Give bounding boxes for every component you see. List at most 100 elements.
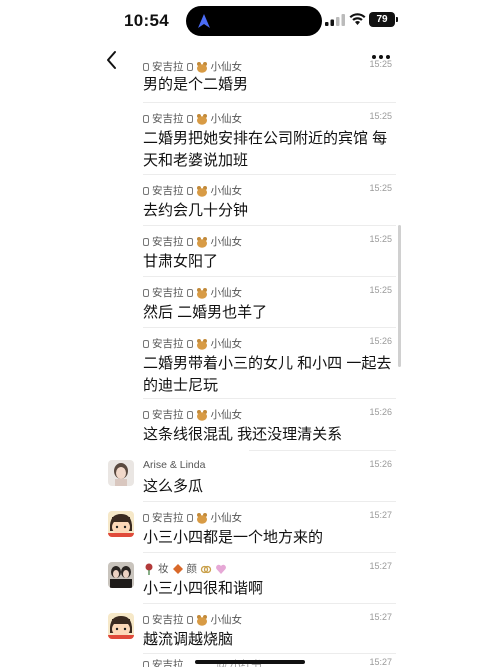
group-name: 小仙女	[210, 614, 243, 626]
list-item[interactable]: 安吉拉 小仙女 15:25 去约会几十分钟	[106, 174, 396, 224]
heart-emoji-icon	[216, 564, 226, 574]
message-time: 15:25	[369, 111, 392, 121]
signal-icon	[325, 14, 345, 26]
sender-name: 安吉拉	[152, 659, 184, 667]
group-name: 小仙女	[210, 287, 243, 299]
group-badge-icon	[143, 615, 149, 624]
sender-name: 安吉拉	[152, 236, 184, 248]
list-item[interactable]: 安吉拉 小仙女 15:25 二婚男把她安排在公司附近的宾馆 每天和老婆说加班	[106, 102, 396, 174]
sender-name: 安吉拉	[152, 287, 184, 299]
bear-emoji-icon	[196, 236, 207, 248]
avatar[interactable]	[108, 460, 134, 486]
message-meta: 安吉拉 小仙女	[143, 336, 242, 351]
sender-name: 安吉拉	[152, 512, 184, 524]
sender-name: 安吉拉	[152, 338, 184, 350]
divider	[143, 102, 396, 103]
message-time: 15:25	[369, 59, 392, 69]
message-text: 二婚男带着小三的女儿 和小四 一起去的迪士尼玩	[143, 355, 392, 394]
message-meta: 安吉拉 小仙女	[143, 407, 242, 422]
group-badge-icon	[186, 186, 193, 195]
group-badge-icon	[186, 114, 193, 123]
group-name: 小仙女	[210, 113, 243, 125]
sender-name: 妆	[158, 563, 169, 575]
avatar-photo-pair	[108, 562, 134, 588]
avatar[interactable]	[108, 613, 134, 639]
message-meta: 安吉拉 小仙女	[143, 59, 242, 74]
message-text: 这条线很混乱 我还没理清关系	[143, 426, 343, 443]
divider	[143, 225, 396, 226]
sender-name: Arise & Linda	[143, 459, 206, 471]
group-badge-icon	[143, 513, 149, 522]
list-item[interactable]: Arise & Linda 15:26 这么多瓜	[106, 450, 396, 500]
list-item[interactable]: 妆 颜 15:27 小三小四很和谐啊	[106, 552, 396, 602]
message-text: 越流调越烧脑	[143, 631, 234, 648]
group-badge-icon	[186, 339, 193, 348]
avatar[interactable]	[108, 511, 134, 537]
group-name: 小仙女	[210, 61, 243, 73]
message-meta: 安吉拉 小仙女	[143, 111, 242, 126]
list-item[interactable]: 安吉拉 小仙女 15:25 男的是个二婚男	[106, 50, 396, 100]
message-time: 15:26	[369, 459, 392, 469]
avatar[interactable]	[108, 562, 134, 588]
rose-emoji-icon	[145, 563, 153, 575]
avatar-cartoon	[108, 613, 134, 639]
sender-name: 安吉拉	[152, 185, 184, 197]
home-indicator[interactable]	[195, 660, 305, 664]
message-text: 二婚男把她安排在公司附近的宾馆 每天和老婆说加班	[143, 130, 388, 169]
message-time: 15:27	[369, 561, 392, 571]
sender-name: 安吉拉	[152, 61, 184, 73]
group-badge-icon	[143, 114, 149, 123]
message-meta: 安吉拉 小仙女	[143, 234, 242, 249]
group-badge-icon	[186, 410, 193, 419]
divider	[143, 603, 396, 604]
bear-emoji-icon	[196, 614, 207, 626]
group-badge-icon	[186, 615, 193, 624]
sender-name: 安吉拉	[152, 113, 184, 125]
battery-level: 79	[376, 14, 388, 25]
sender-name: 安吉拉	[152, 614, 184, 626]
message-time: 15:27	[369, 657, 392, 667]
message-text: 这么多瓜	[143, 478, 204, 495]
group-badge-icon	[143, 410, 149, 419]
message-text: 小三小四都是一个地方来的	[143, 529, 324, 546]
bear-emoji-icon	[196, 61, 207, 73]
message-meta: 安吉拉 小仙女	[143, 285, 242, 300]
status-time: 10:54	[124, 11, 169, 30]
group-badge-icon	[143, 186, 149, 195]
bear-emoji-icon	[196, 512, 207, 524]
group-badge-icon	[186, 62, 193, 71]
scroll-indicator[interactable]	[398, 225, 401, 367]
group-badge-icon	[143, 660, 149, 667]
group-name: 小仙女	[210, 409, 243, 421]
message-meta: 安吉拉 小仙女	[143, 183, 242, 198]
message-text: 甘肃女阳了	[143, 253, 219, 270]
group-badge-icon	[143, 62, 149, 71]
group-name: 小仙女	[210, 338, 243, 350]
rings-emoji-icon	[200, 565, 212, 573]
sender-name: 安吉拉	[152, 409, 184, 421]
group-badge-icon	[143, 237, 149, 246]
message-time: 15:27	[369, 612, 392, 622]
message-time: 15:26	[369, 336, 392, 346]
list-item[interactable]: 安吉拉 小仙女 15:25 甘肃女阳了	[106, 225, 396, 275]
leaf-emoji-icon	[172, 563, 183, 574]
message-meta: 妆 颜	[143, 561, 227, 576]
group-badge-icon	[143, 288, 149, 297]
list-item[interactable]: 安吉拉 小仙女 15:25 然后 二婚男也羊了	[106, 276, 396, 326]
dynamic-island	[186, 6, 322, 36]
bear-emoji-icon	[196, 409, 207, 421]
list-item[interactable]: 安吉拉 小仙女 15:26 这条线很混乱 我还没理清关系	[106, 398, 396, 448]
group-name: 小仙女	[210, 512, 243, 524]
message-text: 去约会几十分钟	[143, 202, 249, 219]
bear-emoji-icon	[196, 338, 207, 350]
divider	[143, 398, 396, 399]
bear-emoji-icon	[196, 185, 207, 197]
message-time: 15:25	[369, 285, 392, 295]
divider	[143, 653, 396, 654]
list-item[interactable]: 安吉拉 小仙女 15:26 二婚男带着小三的女儿 和小四 一起去的迪士尼玩	[106, 327, 396, 399]
status-bar: 10:54 79	[0, 0, 500, 44]
message-meta: Arise & Linda	[143, 459, 205, 471]
message-text: 然后 二婚男也羊了	[143, 304, 268, 321]
list-item[interactable]: 安吉拉 小仙女 15:27 越流调越烧脑	[106, 603, 396, 653]
list-item[interactable]: 安吉拉 小仙女 15:27 小三小四都是一个地方来的	[106, 501, 396, 551]
